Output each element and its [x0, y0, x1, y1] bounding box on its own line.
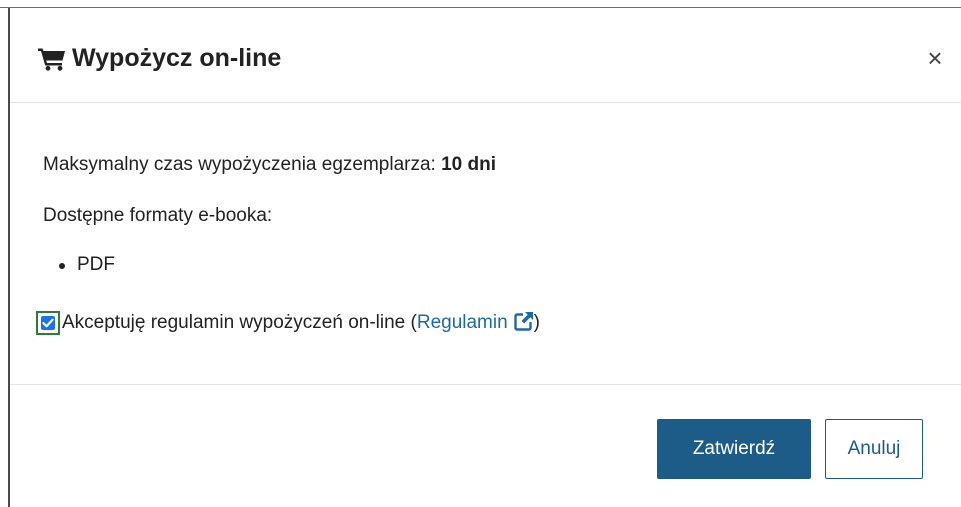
confirm-button[interactable]: Zatwierdź: [657, 419, 811, 479]
page-background: Wypożycz on-line × Maksymalny czas wypoż…: [0, 0, 961, 507]
close-icon[interactable]: ×: [927, 43, 942, 73]
format-label: PDF: [77, 254, 115, 275]
formats-label: Dostępne formaty e-booka:: [43, 205, 273, 226]
accept-terms-checkbox[interactable]: [36, 311, 60, 335]
max-time-value: 10 dni: [441, 154, 496, 175]
max-time-label: Maksymalny czas wypożyczenia egzemplarza…: [43, 154, 436, 175]
formats-list: PDF: [43, 253, 115, 277]
regulations-link[interactable]: Regulamin: [417, 312, 508, 333]
checkmark-icon: [42, 318, 54, 328]
dialog-header: Wypożycz on-line ×: [10, 9, 961, 103]
close-button[interactable]: ×: [922, 43, 948, 73]
rental-dialog: Wypożycz on-line × Maksymalny czas wypoż…: [10, 9, 961, 507]
accept-text-before: Akceptuję regulamin wypożyczeń on-line (: [62, 312, 417, 333]
external-link-icon[interactable]: [513, 311, 534, 331]
dialog-title: Wypożycz on-line: [72, 44, 282, 72]
shopping-cart-icon: [38, 47, 66, 71]
max-time-row: Maksymalny czas wypożyczenia egzemplarza…: [43, 153, 496, 177]
bullet-dot: [59, 263, 65, 269]
checkbox-checked[interactable]: [41, 316, 55, 330]
cancel-button[interactable]: Anuluj: [825, 419, 923, 479]
dialog-footer: Zatwierdź Anuluj: [10, 385, 961, 507]
list-item: PDF: [43, 253, 115, 277]
accept-text-after: ): [533, 312, 540, 333]
dialog-body: Maksymalny czas wypożyczenia egzemplarza…: [10, 103, 961, 385]
accept-terms-label[interactable]: Akceptuję regulamin wypożyczeń on-line (…: [62, 311, 540, 335]
background-page-edge: [0, 0, 961, 8]
